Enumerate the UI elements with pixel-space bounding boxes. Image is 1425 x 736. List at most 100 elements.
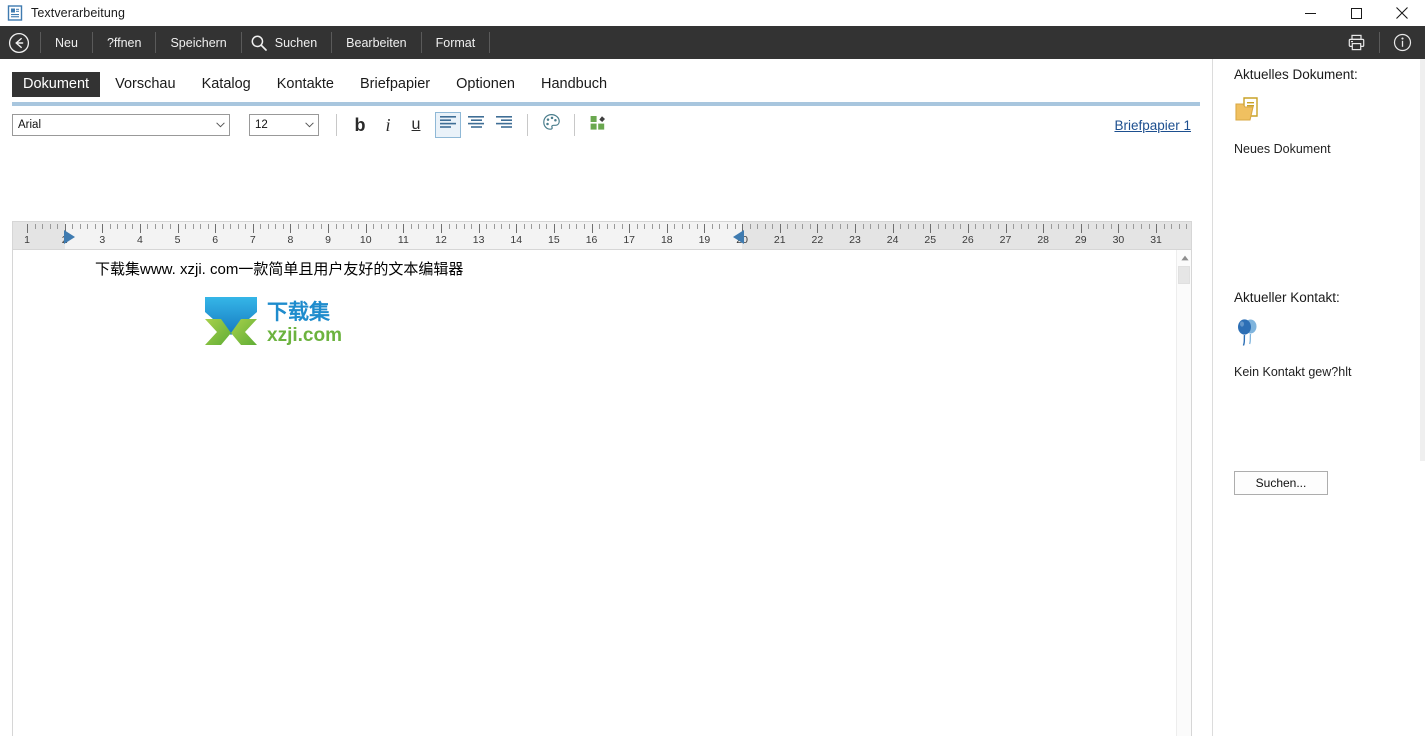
font-size-select[interactable]: 12	[249, 114, 319, 136]
chevron-down-icon	[300, 122, 318, 128]
ruler-tick-minor	[568, 224, 570, 229]
ruler[interactable]: 1 2 3 4 5 6 7 8 9 10 11 12 13 14 15 16 17 18 19 20 21 22 23 24 2…	[12, 221, 1192, 249]
back-button[interactable]	[0, 26, 40, 59]
ruler-tick-minor	[975, 224, 977, 229]
tab-bar: Dokument Vorschau Katalog Kontakte Brief…	[0, 59, 1212, 97]
ruler-tick-minor	[794, 224, 796, 229]
toolbar-item-suchen[interactable]: Suchen	[242, 26, 331, 59]
document-page[interactable]: 下载集www. xzji. com一款简单且用户友好的文本编辑器 下载集 xzj…	[13, 250, 1176, 736]
underline-button[interactable]: u	[403, 112, 429, 138]
side-panel-scrollbar[interactable]	[1420, 59, 1425, 736]
ruler-tick-minor	[245, 224, 247, 229]
ruler-tick-minor	[681, 224, 683, 229]
ruler-tick-minor	[433, 224, 435, 229]
maximize-button[interactable]	[1333, 0, 1379, 26]
right-indent-marker[interactable]	[733, 230, 745, 244]
main-toolbar: Neu ?ffnen Speichern Suchen Bearbeiten F…	[0, 26, 1425, 59]
ruler-tick-minor	[990, 224, 992, 229]
ruler-number: 18	[660, 234, 673, 246]
minimize-button[interactable]	[1287, 0, 1333, 26]
ruler-tick-minor	[636, 224, 638, 229]
window-title: Textverarbeitung	[31, 5, 126, 20]
tab-dokument[interactable]: Dokument	[12, 72, 101, 97]
ruler-tick-major	[290, 224, 292, 233]
current-document-label: Neues Dokument	[1234, 142, 1331, 156]
ruler-tick-minor	[1148, 224, 1150, 229]
contact-search-button[interactable]: Suchen...	[1234, 471, 1328, 495]
search-icon	[250, 34, 268, 52]
tab-label: Vorschau	[115, 76, 176, 92]
ruler-number: 6	[212, 234, 219, 246]
document-canvas[interactable]: 下载集www. xzji. com一款简单且用户友好的文本编辑器 下载集 xzj…	[12, 249, 1192, 736]
tab-vorschau[interactable]: Vorschau	[104, 72, 186, 97]
align-right-button[interactable]	[491, 112, 517, 138]
toolbar-item-format[interactable]: Format	[422, 26, 490, 59]
document-text[interactable]: 下载集www. xzji. com一款简单且用户友好的文本编辑器	[95, 258, 463, 279]
svg-text:xzji.com: xzji.com	[267, 325, 342, 346]
ruler-tick-minor	[320, 224, 322, 229]
ruler-tick-minor	[222, 224, 224, 229]
align-center-icon	[467, 115, 485, 135]
ruler-tick-minor	[192, 224, 194, 229]
ruler-tick-minor	[922, 224, 924, 229]
side-panel-scroll-thumb[interactable]	[1420, 59, 1425, 461]
ruler-tick-major	[403, 224, 405, 233]
font-family-select[interactable]: Arial	[12, 114, 230, 136]
tab-label: Kontakte	[276, 76, 334, 92]
ruler-tick-minor	[42, 224, 44, 229]
ruler-tick-minor	[282, 224, 284, 229]
ruler-tick-minor	[1125, 224, 1127, 229]
insert-object-button[interactable]	[585, 112, 611, 138]
format-separator	[336, 114, 337, 136]
ruler-tick-minor	[79, 224, 81, 229]
bold-button[interactable]: b	[347, 112, 373, 138]
left-indent-marker[interactable]	[63, 230, 75, 244]
toolbar-item-neu[interactable]: Neu	[41, 26, 92, 59]
ruler-tick-minor	[689, 224, 691, 229]
open-folder-document-icon[interactable]	[1234, 96, 1264, 131]
ruler-tick-minor	[1103, 224, 1105, 229]
scroll-up-button[interactable]	[1177, 250, 1192, 265]
tab-briefpapier[interactable]: Briefpapier	[349, 72, 441, 97]
tab-katalog[interactable]: Katalog	[191, 72, 262, 97]
ruler-tick-major	[1118, 224, 1120, 233]
ruler-tick-minor	[185, 224, 187, 229]
close-button[interactable]	[1379, 0, 1425, 26]
back-arrow-icon	[8, 32, 30, 54]
italic-button[interactable]: i	[375, 112, 401, 138]
ruler-tick-minor	[1088, 224, 1090, 229]
ruler-tick-major	[1080, 224, 1082, 233]
contact-balloons-icon[interactable]	[1234, 317, 1262, 352]
tab-label: Dokument	[23, 76, 90, 92]
ruler-tick-minor	[1035, 224, 1037, 229]
print-button[interactable]	[1334, 26, 1379, 59]
ruler-tick-minor	[945, 224, 947, 229]
ruler-number: 12	[435, 234, 447, 246]
align-center-button[interactable]	[463, 112, 489, 138]
ruler-tick-minor	[395, 224, 397, 229]
toolbar-item-bearbeiten[interactable]: Bearbeiten	[332, 26, 420, 59]
vertical-scroll-thumb[interactable]	[1178, 266, 1190, 284]
ruler-tick-major	[704, 224, 706, 233]
toolbar-item-speichern[interactable]: Speichern	[156, 26, 240, 59]
align-right-icon	[495, 115, 513, 135]
ruler-tick-minor	[1171, 224, 1173, 229]
stationery-link[interactable]: Briefpapier 1	[1114, 118, 1191, 133]
font-family-value: Arial	[18, 119, 42, 131]
ruler-tick-minor	[297, 224, 299, 229]
ruler-tick-minor	[900, 224, 902, 229]
toolbar-item-oeffnen[interactable]: ?ffnen	[93, 26, 156, 59]
align-left-button[interactable]	[435, 112, 461, 138]
document-vertical-scrollbar[interactable]	[1176, 250, 1191, 736]
tab-handbuch[interactable]: Handbuch	[530, 72, 618, 97]
ruler-number: 27	[999, 234, 1012, 246]
tab-optionen[interactable]: Optionen	[445, 72, 526, 97]
ruler-number: 5	[174, 234, 181, 246]
ruler-number: 7	[249, 234, 256, 246]
tab-kontakte[interactable]: Kontakte	[266, 72, 345, 97]
info-button[interactable]	[1380, 26, 1425, 59]
title-bar: Textverarbeitung	[0, 0, 1425, 26]
ruler-tick-minor	[802, 224, 804, 229]
color-button[interactable]	[538, 112, 564, 138]
ruler-tick-minor	[1065, 224, 1067, 229]
